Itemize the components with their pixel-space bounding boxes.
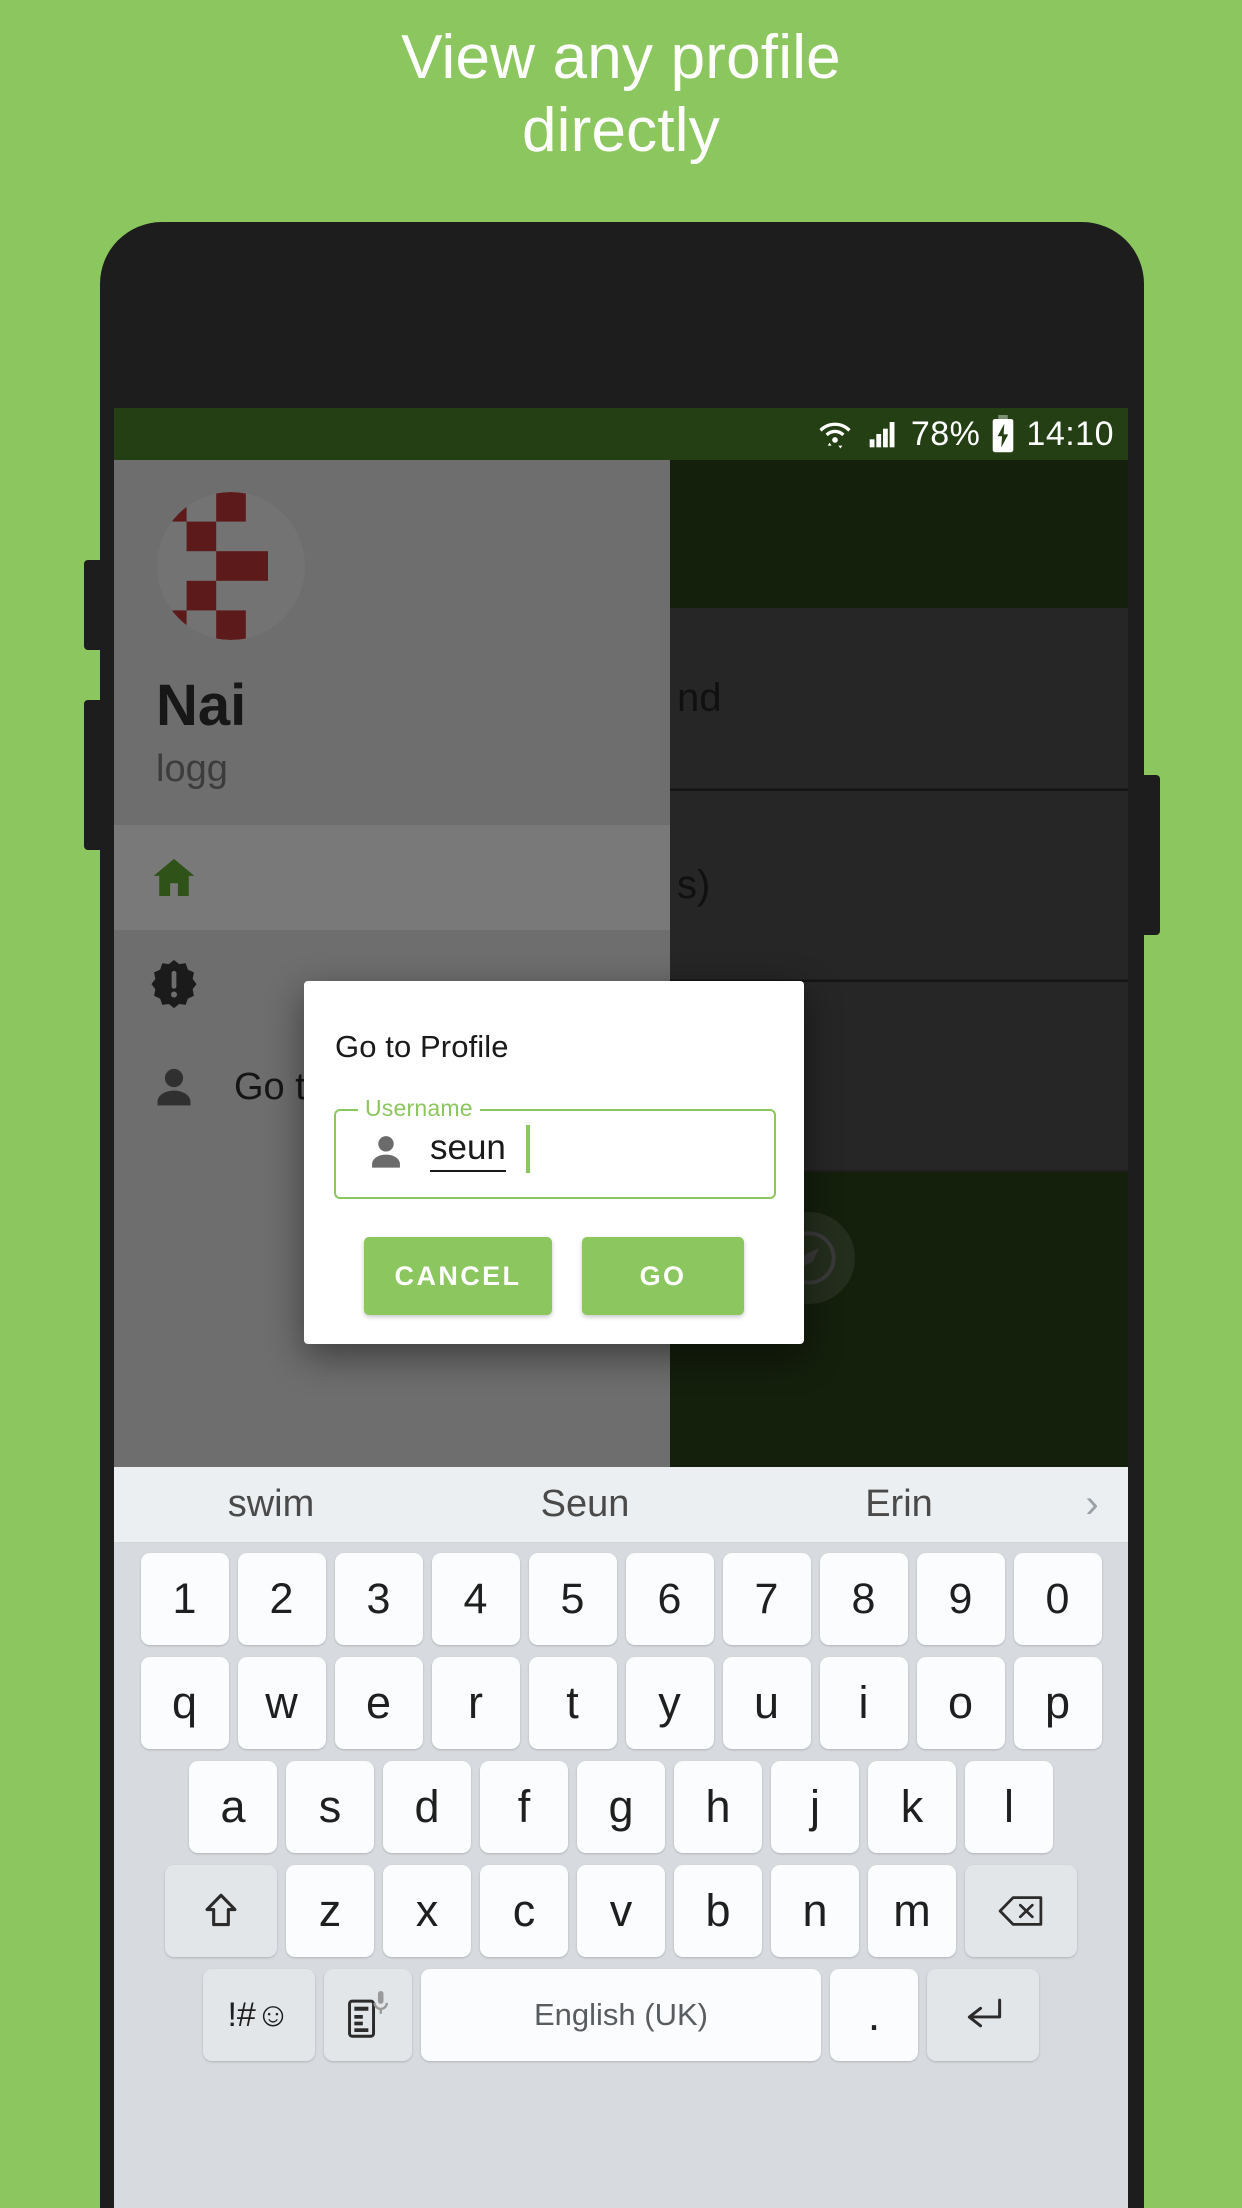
key-8[interactable]: 8 bbox=[819, 1553, 908, 1645]
drawer-header: Nai logg bbox=[114, 460, 670, 800]
symbols-key[interactable]: !#☺ bbox=[203, 1969, 315, 2061]
key-u[interactable]: u bbox=[722, 1657, 811, 1749]
person-icon bbox=[364, 1131, 408, 1175]
key-9[interactable]: 9 bbox=[916, 1553, 1005, 1645]
phone-screen: 78% 14:10 nd s) Nai logg Go Go to Profil… bbox=[114, 408, 1128, 2208]
key-q[interactable]: q bbox=[140, 1657, 229, 1749]
key-s[interactable]: s bbox=[286, 1761, 374, 1853]
avatar[interactable] bbox=[157, 492, 305, 640]
key-p[interactable]: p bbox=[1013, 1657, 1102, 1749]
key-e[interactable]: e bbox=[334, 1657, 423, 1749]
key-4[interactable]: 4 bbox=[431, 1553, 520, 1645]
username-field-label: Username bbox=[358, 1095, 480, 1122]
key-k[interactable]: k bbox=[868, 1761, 956, 1853]
chevron-right-icon[interactable]: › bbox=[1056, 1482, 1128, 1527]
phone-button-left-top[interactable] bbox=[84, 560, 106, 650]
shift-icon[interactable] bbox=[165, 1865, 277, 1957]
suggestion-3[interactable]: Erin bbox=[742, 1483, 1056, 1526]
username-input-value[interactable]: seun bbox=[430, 1128, 506, 1172]
key-row-bottom: z x c v b n m bbox=[118, 1865, 1124, 1957]
phone-button-right[interactable] bbox=[1138, 775, 1160, 935]
promo-headline: View any profile directly bbox=[0, 22, 1242, 167]
key-j[interactable]: j bbox=[771, 1761, 859, 1853]
period-key[interactable]: . bbox=[830, 1969, 918, 2061]
dialog-title: Go to Profile bbox=[335, 1029, 509, 1064]
key-d[interactable]: d bbox=[383, 1761, 471, 1853]
behind-list-row-1[interactable]: nd bbox=[667, 608, 1128, 788]
key-t[interactable]: t bbox=[528, 1657, 617, 1749]
key-x[interactable]: x bbox=[383, 1865, 471, 1957]
status-bar: 78% 14:10 bbox=[114, 408, 1128, 460]
signal-icon bbox=[865, 418, 901, 450]
key-m[interactable]: m bbox=[868, 1865, 956, 1957]
key-7[interactable]: 7 bbox=[722, 1553, 811, 1645]
text-cursor bbox=[526, 1125, 530, 1173]
key-3[interactable]: 3 bbox=[334, 1553, 423, 1645]
person-icon bbox=[114, 1062, 234, 1114]
behind-header-band bbox=[667, 460, 1128, 608]
badge-alert-icon bbox=[114, 957, 234, 1009]
key-v[interactable]: v bbox=[577, 1865, 665, 1957]
cancel-button[interactable]: CANCEL bbox=[364, 1237, 552, 1315]
soft-keyboard: swim Seun Erin › 1 2 3 4 5 6 7 8 9 0 q w… bbox=[114, 1467, 1128, 2208]
go-to-profile-dialog: Go to Profile Username seun CANCEL GO bbox=[304, 981, 804, 1344]
behind-row-2-text: s) bbox=[677, 862, 711, 907]
key-h[interactable]: h bbox=[674, 1761, 762, 1853]
key-z[interactable]: z bbox=[286, 1865, 374, 1957]
key-0[interactable]: 0 bbox=[1013, 1553, 1102, 1645]
key-row-top: q w e r t y u i o p bbox=[118, 1657, 1124, 1749]
key-l[interactable]: l bbox=[965, 1761, 1053, 1853]
key-g[interactable]: g bbox=[577, 1761, 665, 1853]
space-key[interactable]: English (UK) bbox=[421, 1969, 821, 2061]
suggestion-1[interactable]: swim bbox=[114, 1483, 428, 1526]
home-icon bbox=[114, 852, 234, 904]
battery-charging-icon bbox=[990, 415, 1016, 453]
key-o[interactable]: o bbox=[916, 1657, 1005, 1749]
drawer-user-subtitle: logg bbox=[156, 748, 228, 790]
go-button[interactable]: GO bbox=[582, 1237, 744, 1315]
key-row-home: a s d f g h j k l bbox=[118, 1761, 1124, 1853]
drawer-user-name: Nai bbox=[156, 673, 247, 738]
key-1[interactable]: 1 bbox=[140, 1553, 229, 1645]
key-row-numbers: 1 2 3 4 5 6 7 8 9 0 bbox=[118, 1553, 1124, 1645]
clock-label: 14:10 bbox=[1026, 414, 1114, 453]
key-c[interactable]: c bbox=[480, 1865, 568, 1957]
headline-line-1: View any profile bbox=[401, 23, 841, 92]
dialog-actions: CANCEL GO bbox=[304, 1237, 804, 1315]
backspace-icon[interactable] bbox=[965, 1865, 1077, 1957]
key-w[interactable]: w bbox=[237, 1657, 326, 1749]
phone-button-left-bottom[interactable] bbox=[84, 700, 106, 850]
key-rows: 1 2 3 4 5 6 7 8 9 0 q w e r t y u i o p … bbox=[114, 1543, 1128, 2079]
key-a[interactable]: a bbox=[189, 1761, 277, 1853]
headline-line-2: directly bbox=[522, 95, 720, 165]
key-f[interactable]: f bbox=[480, 1761, 568, 1853]
enter-icon[interactable] bbox=[927, 1969, 1039, 2061]
wifi-icon bbox=[815, 417, 855, 451]
key-row-function: !#☺ English (UK) . bbox=[118, 1969, 1124, 2061]
key-6[interactable]: 6 bbox=[625, 1553, 714, 1645]
key-b[interactable]: b bbox=[674, 1865, 762, 1957]
suggestion-2[interactable]: Seun bbox=[428, 1483, 742, 1526]
key-y[interactable]: y bbox=[625, 1657, 714, 1749]
sidebar-item-home[interactable] bbox=[114, 825, 670, 930]
username-field[interactable]: Username seun bbox=[334, 1095, 776, 1199]
key-5[interactable]: 5 bbox=[528, 1553, 617, 1645]
behind-row-1-text: nd bbox=[677, 675, 722, 720]
key-r[interactable]: r bbox=[431, 1657, 520, 1749]
key-i[interactable]: i bbox=[819, 1657, 908, 1749]
key-n[interactable]: n bbox=[771, 1865, 859, 1957]
suggestion-bar: swim Seun Erin › bbox=[114, 1467, 1128, 1543]
key-2[interactable]: 2 bbox=[237, 1553, 326, 1645]
clipboard-mic-icon[interactable] bbox=[324, 1969, 412, 2061]
behind-list-row-2[interactable]: s) bbox=[667, 789, 1128, 979]
battery-percent-label: 78% bbox=[910, 414, 981, 453]
